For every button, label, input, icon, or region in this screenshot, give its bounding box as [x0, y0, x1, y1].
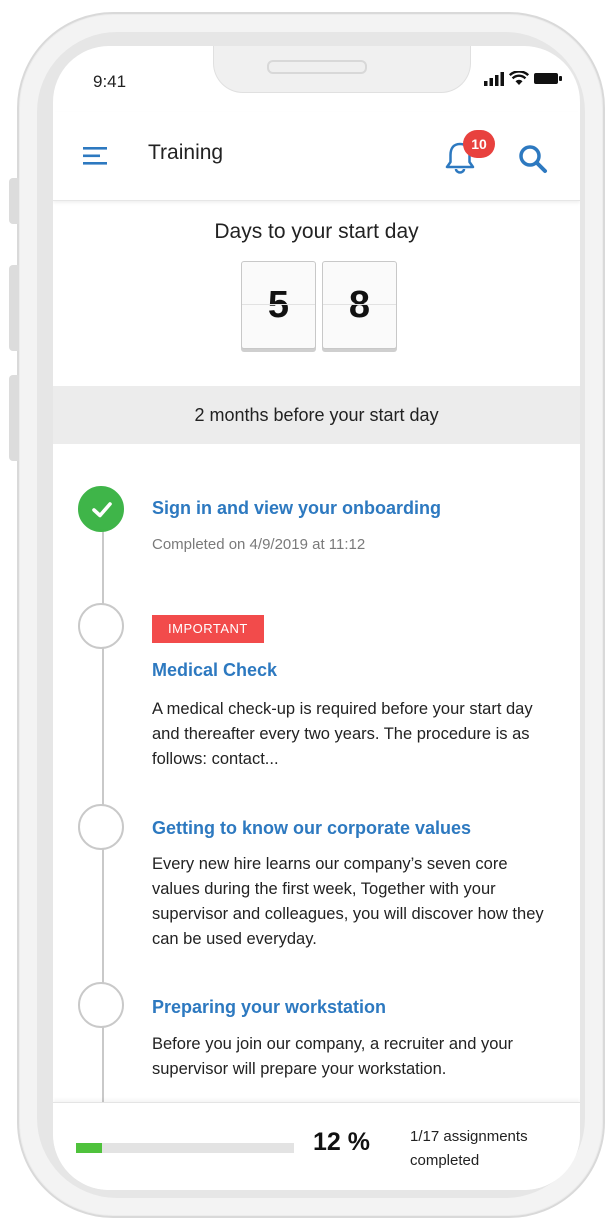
volume-up-button	[9, 265, 19, 351]
assignments-completed: 1/17 assignments completed	[410, 1128, 528, 1169]
progress-footer: 12 % 1/17 assignments completed	[53, 1102, 580, 1190]
search-icon[interactable]	[518, 144, 548, 174]
status-time: 9:41	[93, 72, 127, 91]
timeline-item-title[interactable]: Preparing your workstation	[152, 997, 386, 1018]
menu-icon[interactable]	[83, 146, 107, 166]
pending-status-icon	[78, 603, 124, 649]
signal-icon	[484, 71, 504, 86]
page-title: Training	[148, 141, 224, 164]
progress-fill	[76, 1143, 103, 1153]
checkmark-icon	[92, 502, 112, 518]
timeline-item-meta: Completed on 4/9/2019 at 11:12	[152, 536, 366, 553]
volume-down-button	[9, 375, 19, 461]
important-tag: IMPORTANT	[152, 615, 264, 643]
timeline-item-title[interactable]: Sign in and view your onboarding	[152, 498, 441, 519]
countdown-digit: 8	[322, 261, 397, 349]
timeline-item-title[interactable]: Getting to know our corporate values	[152, 818, 471, 839]
wifi-icon	[509, 71, 529, 85]
phone-screen: 9:41 Training 10 Days to your start day …	[53, 46, 580, 1190]
battery-icon	[534, 73, 562, 84]
pending-status-icon	[78, 982, 124, 1028]
status-icons	[484, 71, 562, 86]
pending-status-icon	[78, 804, 124, 850]
countdown-digit: 5	[241, 261, 316, 349]
app-header: Training 10	[53, 112, 580, 201]
timeline-item-description: A medical check-up is required before yo…	[152, 700, 533, 768]
progress-percent: 12 %	[313, 1128, 370, 1156]
section-header: 2 months before your start day	[53, 386, 580, 444]
notification-badge: 10	[463, 130, 495, 158]
timeline-item-description: Before you join our company, a recruiter…	[152, 1035, 514, 1078]
progress-bar	[76, 1143, 294, 1153]
countdown-title: Days to your start day	[214, 220, 419, 243]
timeline-item-description: Every new hire learns our company’s seve…	[152, 855, 544, 948]
speaker-grille	[267, 60, 367, 74]
completed-status-icon	[78, 486, 124, 532]
timeline-item-title[interactable]: Medical Check	[152, 660, 277, 681]
mute-switch	[9, 178, 19, 224]
